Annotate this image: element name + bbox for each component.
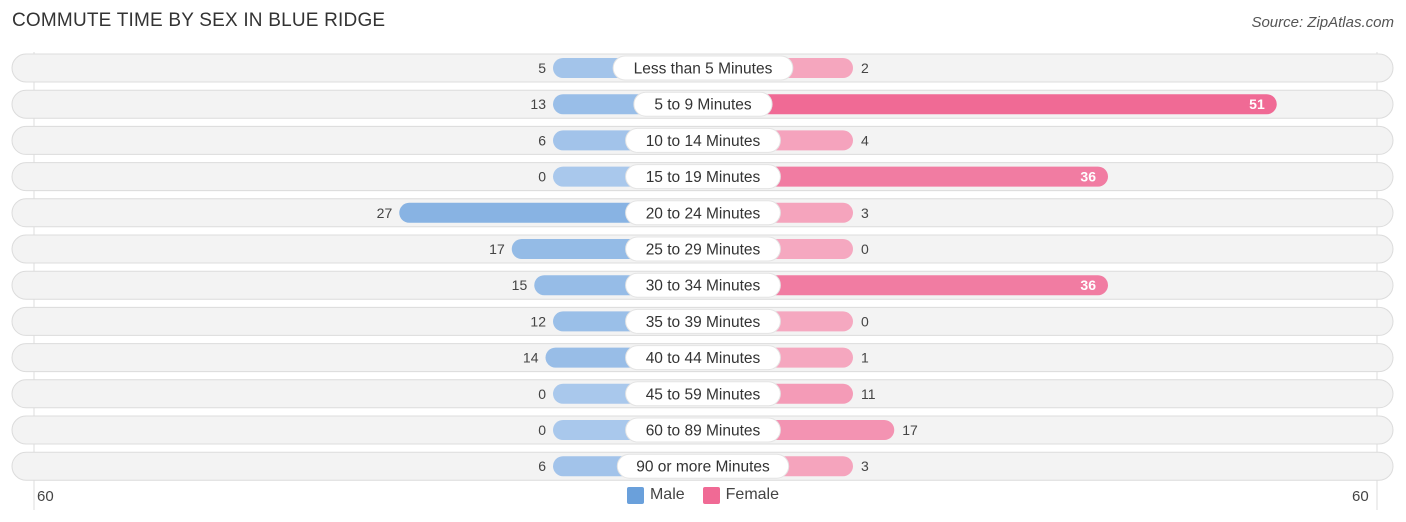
category-label: 30 to 34 Minutes	[646, 278, 761, 295]
value-label-female: 3	[861, 458, 869, 474]
category-label: 45 to 59 Minutes	[646, 386, 761, 403]
value-label-female: 36	[1080, 169, 1096, 185]
value-label-male: 12	[530, 313, 546, 329]
category-label: 40 to 44 Minutes	[646, 350, 761, 367]
category-label: 10 to 14 Minutes	[646, 133, 761, 150]
legend-item-female: Female	[702, 486, 780, 504]
value-label-male: 13	[530, 96, 546, 112]
value-label-male: 14	[523, 350, 539, 366]
value-label-female: 17	[902, 422, 918, 438]
category-label: 90 or more Minutes	[636, 459, 770, 476]
value-label-male: 6	[538, 132, 546, 148]
value-label-male: 0	[538, 169, 546, 185]
category-label: 25 to 29 Minutes	[646, 242, 761, 259]
category-label: 15 to 19 Minutes	[646, 169, 761, 186]
value-label-female: 2	[861, 60, 869, 76]
value-label-female: 51	[1249, 96, 1265, 112]
value-label-female: 0	[861, 241, 869, 257]
value-label-male: 15	[512, 277, 528, 293]
legend-label-female: Female	[725, 486, 780, 503]
legend-swatch-male	[626, 486, 644, 504]
value-label-female: 0	[861, 313, 869, 329]
value-label-female: 4	[861, 132, 869, 148]
legend: Male Female	[0, 486, 1406, 504]
bar-female	[703, 94, 1277, 115]
value-label-male: 0	[538, 422, 546, 438]
category-label: 35 to 39 Minutes	[646, 314, 761, 331]
value-label-female: 36	[1080, 277, 1096, 293]
category-label: 5 to 9 Minutes	[654, 97, 752, 114]
category-label: Less than 5 Minutes	[634, 61, 773, 78]
value-label-male: 5	[538, 60, 546, 76]
value-label-male: 0	[538, 386, 546, 402]
value-label-male: 27	[377, 205, 393, 221]
value-label-female: 11	[861, 386, 876, 402]
legend-item-male: Male	[626, 486, 685, 504]
value-label-male: 17	[489, 241, 505, 257]
value-label-female: 1	[861, 350, 869, 366]
legend-label-male: Male	[649, 486, 685, 503]
category-label: 20 to 24 Minutes	[646, 205, 761, 222]
category-label: 60 to 89 Minutes	[646, 423, 761, 440]
value-label-male: 6	[538, 458, 546, 474]
legend-swatch-female	[702, 486, 720, 504]
chart-area: Less than 5 Minutes5 25 to 9 Minutes13 511…	[11, 52, 1394, 510]
value-label-female: 3	[861, 205, 869, 221]
